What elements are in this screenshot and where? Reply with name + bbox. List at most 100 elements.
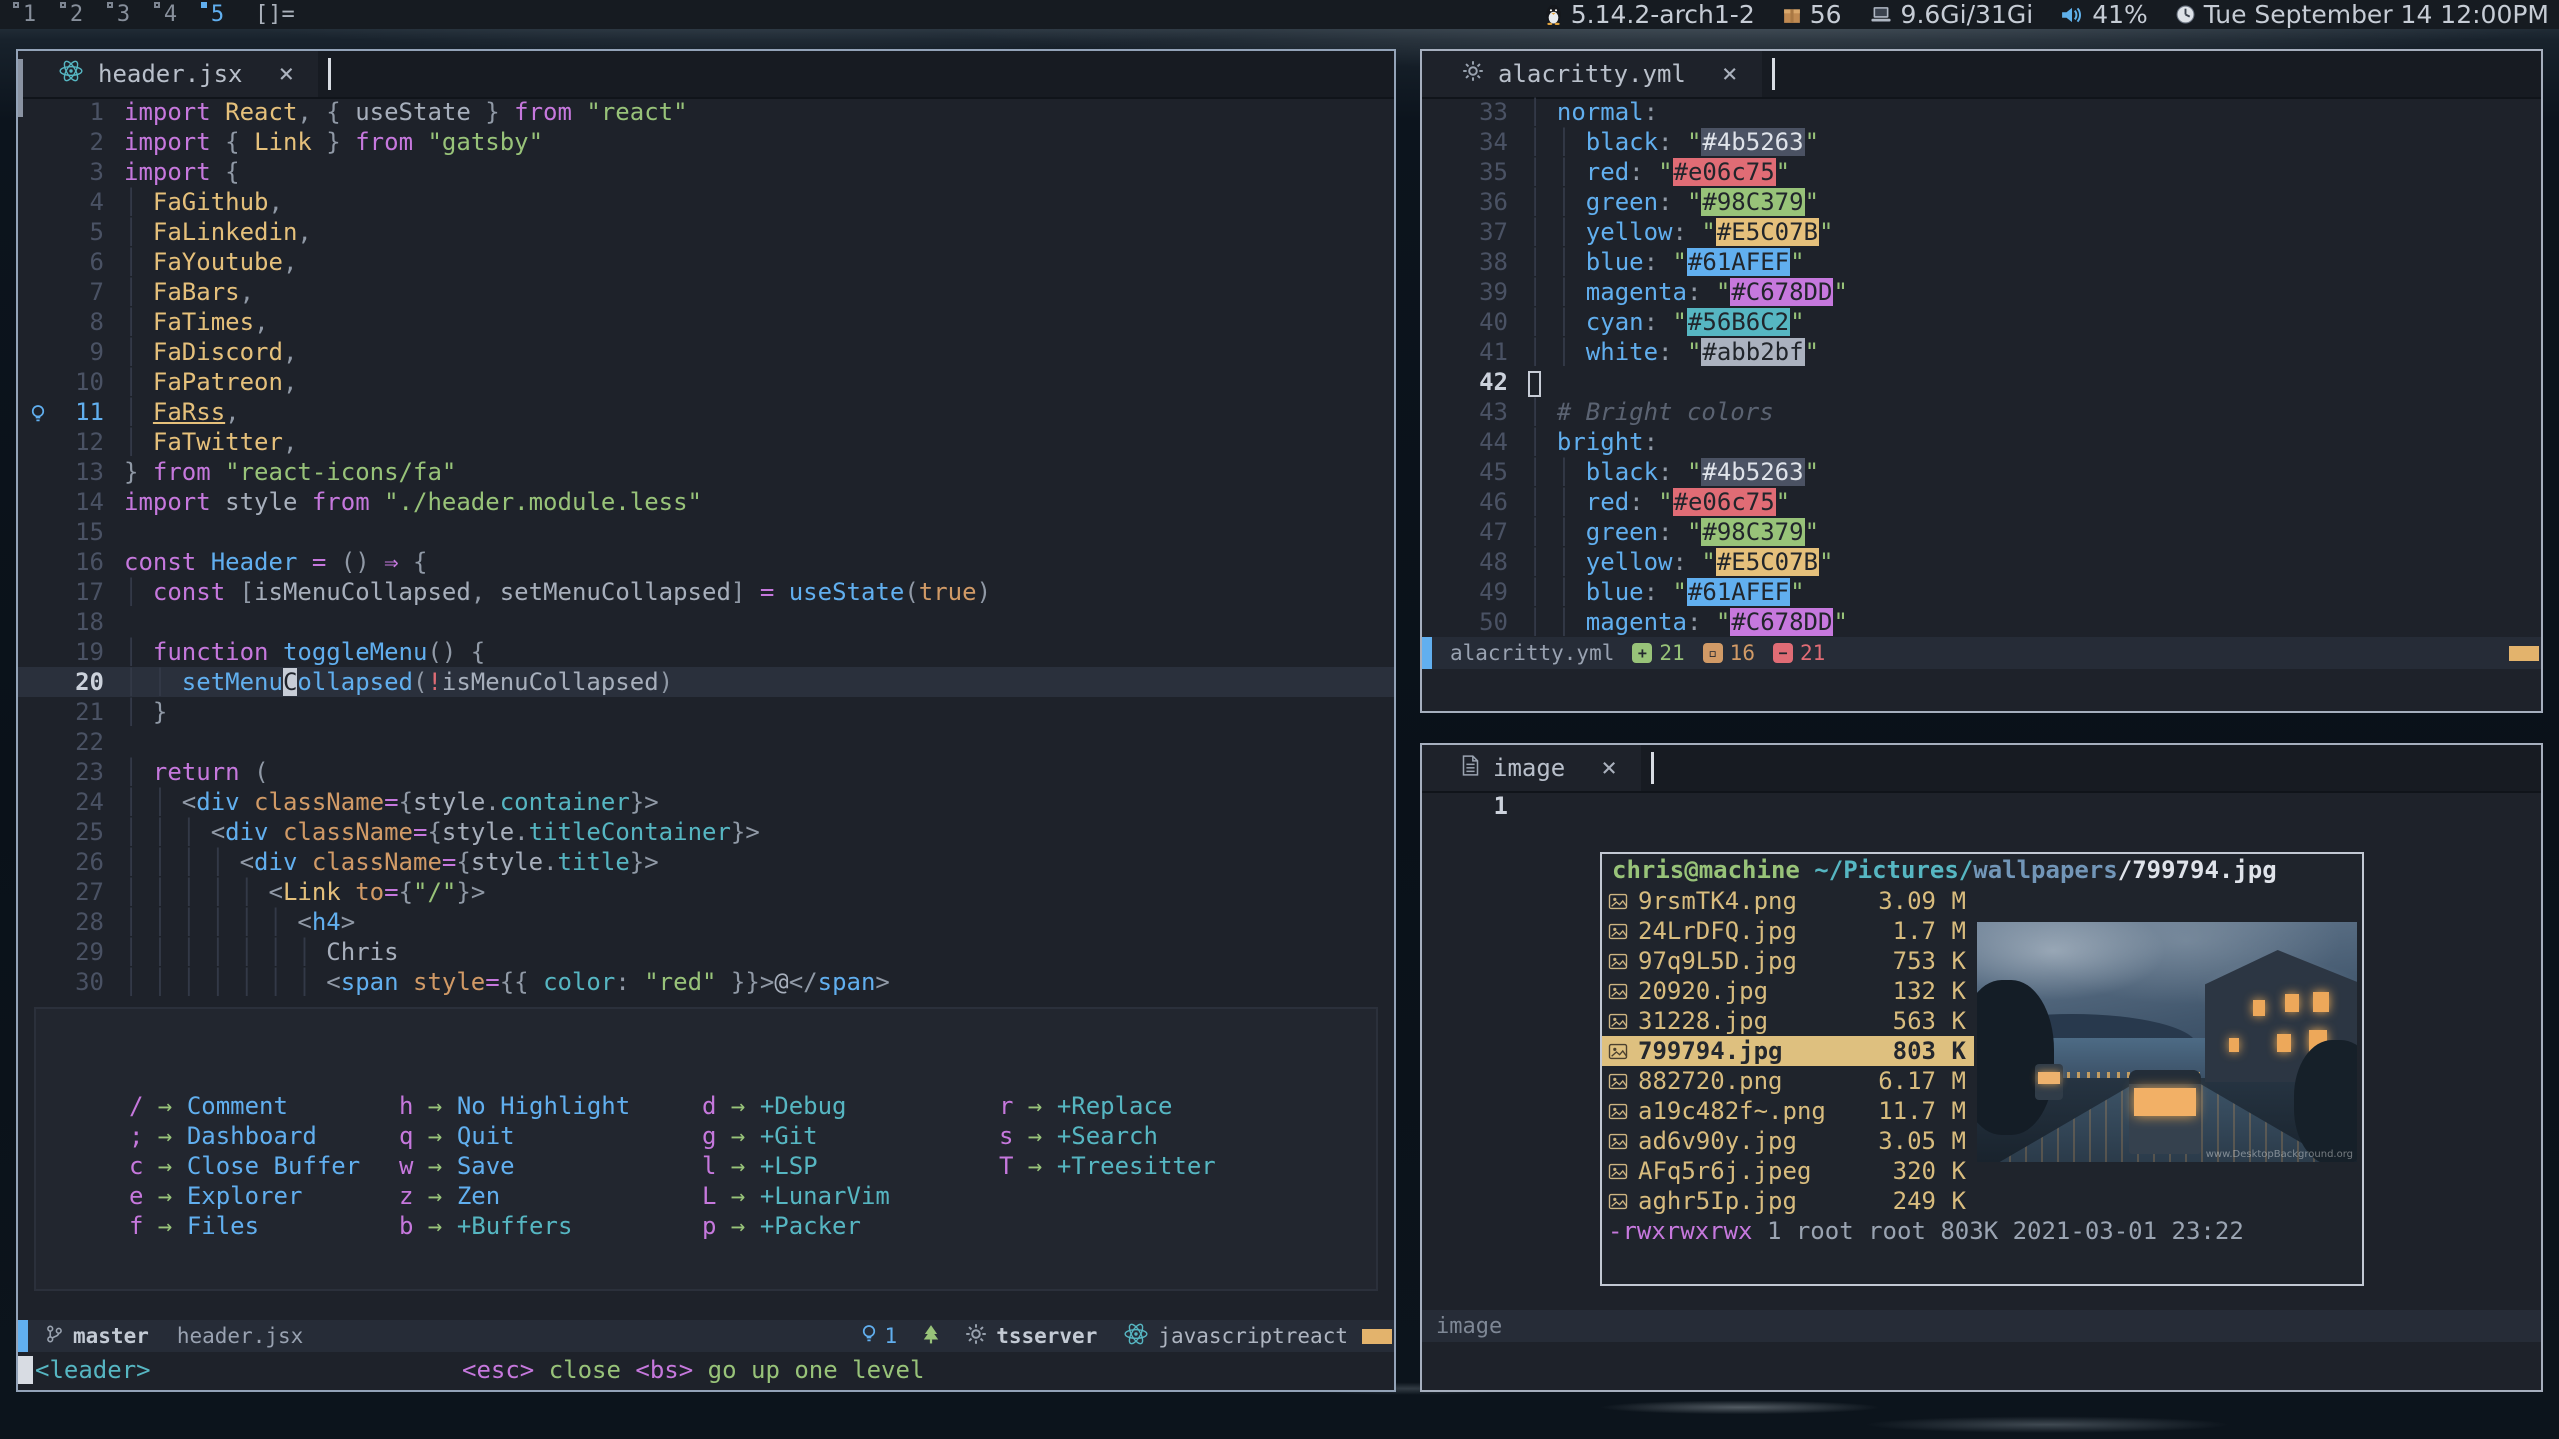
code-line-1[interactable]: 1import React, { useState } from "react": [18, 97, 1394, 127]
file-row-ad6v90y.jpg[interactable]: ad6v90y.jpg3.05M: [1602, 1126, 1974, 1156]
lsp-gear-icon: [965, 1323, 987, 1350]
code-line-45[interactable]: 45│ │ black: "#4b5263": [1422, 457, 2541, 487]
code-line-34[interactable]: 34│ │ black: "#4b5263": [1422, 127, 2541, 157]
line-number: 47: [1422, 517, 1528, 547]
code-line-28[interactable]: 28│ │ │ │ │ │ <h4>: [18, 907, 1394, 937]
code-line-46[interactable]: 46│ │ red: "#e06c75": [1422, 487, 2541, 517]
file-row-9rsmTK4.png[interactable]: 9rsmTK4.png3.09M: [1602, 886, 1974, 916]
workspace-2[interactable]: 2: [53, 0, 100, 29]
file-row-24LrDFQ.jpg[interactable]: 24LrDFQ.jpg1.7M: [1602, 916, 1974, 946]
code-line-20[interactable]: 20│ │ setMenuCollapsed(!isMenuCollapsed): [18, 667, 1394, 697]
react-icon: [58, 58, 84, 90]
whichkey-binding-z: z → Zen: [399, 1181, 630, 1211]
code-line-24[interactable]: 24│ │ <div className={style.container}>: [18, 787, 1394, 817]
code-line-18[interactable]: 18: [18, 607, 1394, 637]
bar-module: Tue September 14 12:00PM: [2176, 0, 2549, 29]
file-row-97q9L5D.jpg[interactable]: 97q9L5D.jpg753K: [1602, 946, 1974, 976]
git-removed-count: 21: [1800, 641, 1825, 665]
code-line-37[interactable]: 37│ │ yellow: "#E5C07B": [1422, 217, 2541, 247]
code-line-12[interactable]: 12│ FaTwitter,: [18, 427, 1394, 457]
code-line-2[interactable]: 2import { Link } from "gatsby": [18, 127, 1394, 157]
close-icon[interactable]: ×: [1601, 753, 1617, 783]
mode-indicator: [18, 1320, 28, 1352]
file-row-AFq5r6j.jpeg[interactable]: AFq5r6j.jpeg320K: [1602, 1156, 1974, 1186]
close-icon[interactable]: ×: [279, 59, 295, 89]
tab-alacritty-yml[interactable]: alacritty.yml ×: [1422, 51, 1762, 97]
code-line-41[interactable]: 41│ │ white: "#abb2bf": [1422, 337, 2541, 367]
code-line-17[interactable]: 17│ const [isMenuCollapsed, setMenuColla…: [18, 577, 1394, 607]
code-line-40[interactable]: 40│ │ cyan: "#56B6C2": [1422, 307, 2541, 337]
code-line-19[interactable]: 19│ function toggleMenu() {: [18, 637, 1394, 667]
command-line[interactable]: <leader> <esc> close <bs> go up one leve…: [18, 1352, 1394, 1388]
treesitter-tree-icon: [923, 1324, 939, 1349]
code-line-30[interactable]: 30│ │ │ │ │ │ │ <span style={{ color: "r…: [18, 967, 1394, 997]
file-row-a19c482f~.png[interactable]: a19c482f~.png11.7M: [1602, 1096, 1974, 1126]
diagnostic-count: 1: [885, 1324, 898, 1348]
code-line-9[interactable]: 9│ FaDiscord,: [18, 337, 1394, 367]
code-line-14[interactable]: 14import style from "./header.module.les…: [18, 487, 1394, 517]
scroll-progress-thumb[interactable]: [1362, 1329, 1392, 1344]
code-line-44[interactable]: 44│ bright:: [1422, 427, 2541, 457]
workspace-1[interactable]: 1: [6, 0, 53, 29]
code-line-3[interactable]: 3import {: [18, 157, 1394, 187]
layout-symbol[interactable]: []=: [255, 2, 295, 27]
code-line-7[interactable]: 7│ FaBars,: [18, 277, 1394, 307]
code-line-42[interactable]: 42: [1422, 367, 2541, 397]
line-text: │ }: [124, 697, 1394, 727]
image-file-icon: [1608, 1133, 1638, 1150]
scroll-progress-thumb[interactable]: [2509, 646, 2539, 661]
tab-image[interactable]: image ×: [1422, 745, 1641, 791]
file-row-aghr5Ip.jpg[interactable]: aghr5Ip.jpg249K: [1602, 1186, 1974, 1216]
code-line-49[interactable]: 49│ │ blue: "#61AFEF": [1422, 577, 2541, 607]
code-line-36[interactable]: 36│ │ green: "#98C379": [1422, 187, 2541, 217]
whichkey-binding-r: r → +Replace: [999, 1091, 1216, 1121]
code-line-11[interactable]: 11│ FaRss,: [18, 397, 1394, 427]
code-line-26[interactable]: 26│ │ │ │ <div className={style.title}>: [18, 847, 1394, 877]
tab-header-jsx[interactable]: header.jsx ×: [18, 51, 318, 97]
close-icon[interactable]: ×: [1722, 59, 1738, 89]
code-line-21[interactable]: 21│ }: [18, 697, 1394, 727]
code-line-27[interactable]: 27│ │ │ │ │ <Link to={"/"}>: [18, 877, 1394, 907]
code-line-33[interactable]: 33│ normal:: [1422, 97, 2541, 127]
code-line-10[interactable]: 10│ FaPatreon,: [18, 367, 1394, 397]
git-changed-icon: ▫: [1703, 643, 1723, 663]
line-number: 12: [18, 427, 124, 457]
git-branch-name[interactable]: master: [73, 1324, 149, 1348]
code-line-35[interactable]: 35│ │ red: "#e06c75": [1422, 157, 2541, 187]
code-line-22[interactable]: 22: [18, 727, 1394, 757]
line-number: 28: [18, 907, 124, 937]
scrollbar-thumb[interactable]: [18, 59, 23, 117]
line-text: │ FaRss,: [124, 397, 1394, 427]
line-number: 3: [18, 157, 124, 187]
file-row-882720.png[interactable]: 882720.png6.17M: [1602, 1066, 1974, 1096]
file-row-20920.jpg[interactable]: 20920.jpg132K: [1602, 976, 1974, 1006]
code-line-48[interactable]: 48│ │ yellow: "#E5C07B": [1422, 547, 2541, 577]
path-sub: wallpapers: [1973, 856, 2118, 884]
workspace-3[interactable]: 3: [100, 0, 147, 29]
code-line-16[interactable]: 16const Header = () ⇒ {: [18, 547, 1394, 577]
line-text: import React, { useState } from "react": [124, 97, 1394, 127]
code-line-13[interactable]: 13} from "react-icons/fa": [18, 457, 1394, 487]
code-line-4[interactable]: 4│ FaGithub,: [18, 187, 1394, 217]
code-line-5[interactable]: 5│ FaLinkedin,: [18, 217, 1394, 247]
line-text: │ │ │ <div className={style.titleContain…: [124, 817, 1394, 847]
code-line-15[interactable]: 15: [18, 517, 1394, 547]
code-line-1[interactable]: 1: [1422, 791, 2541, 821]
code-line-29[interactable]: 29│ │ │ │ │ │ │ Chris: [18, 937, 1394, 967]
code-line-39[interactable]: 39│ │ magenta: "#C678DD": [1422, 277, 2541, 307]
line-number: 2: [18, 127, 124, 157]
code-line-50[interactable]: 50│ │ magenta: "#C678DD": [1422, 607, 2541, 637]
workspace-4[interactable]: 4: [147, 0, 194, 29]
preview-tree-left: [1977, 980, 2054, 1135]
code-line-38[interactable]: 38│ │ blue: "#61AFEF": [1422, 247, 2541, 277]
code-line-6[interactable]: 6│ FaYoutube,: [18, 247, 1394, 277]
code-line-23[interactable]: 23│ return (: [18, 757, 1394, 787]
file-row-31228.jpg[interactable]: 31228.jpg563K: [1602, 1006, 1974, 1036]
file-row-799794.jpg[interactable]: 799794.jpg803K: [1602, 1036, 1974, 1066]
code-line-8[interactable]: 8│ FaTimes,: [18, 307, 1394, 337]
code-line-47[interactable]: 47│ │ green: "#98C379": [1422, 517, 2541, 547]
workspace-5[interactable]: 5: [194, 0, 241, 29]
code-line-43[interactable]: 43│ # Bright colors: [1422, 397, 2541, 427]
code-line-25[interactable]: 25│ │ │ <div className={style.titleConta…: [18, 817, 1394, 847]
tab-title: header.jsx: [98, 60, 243, 88]
